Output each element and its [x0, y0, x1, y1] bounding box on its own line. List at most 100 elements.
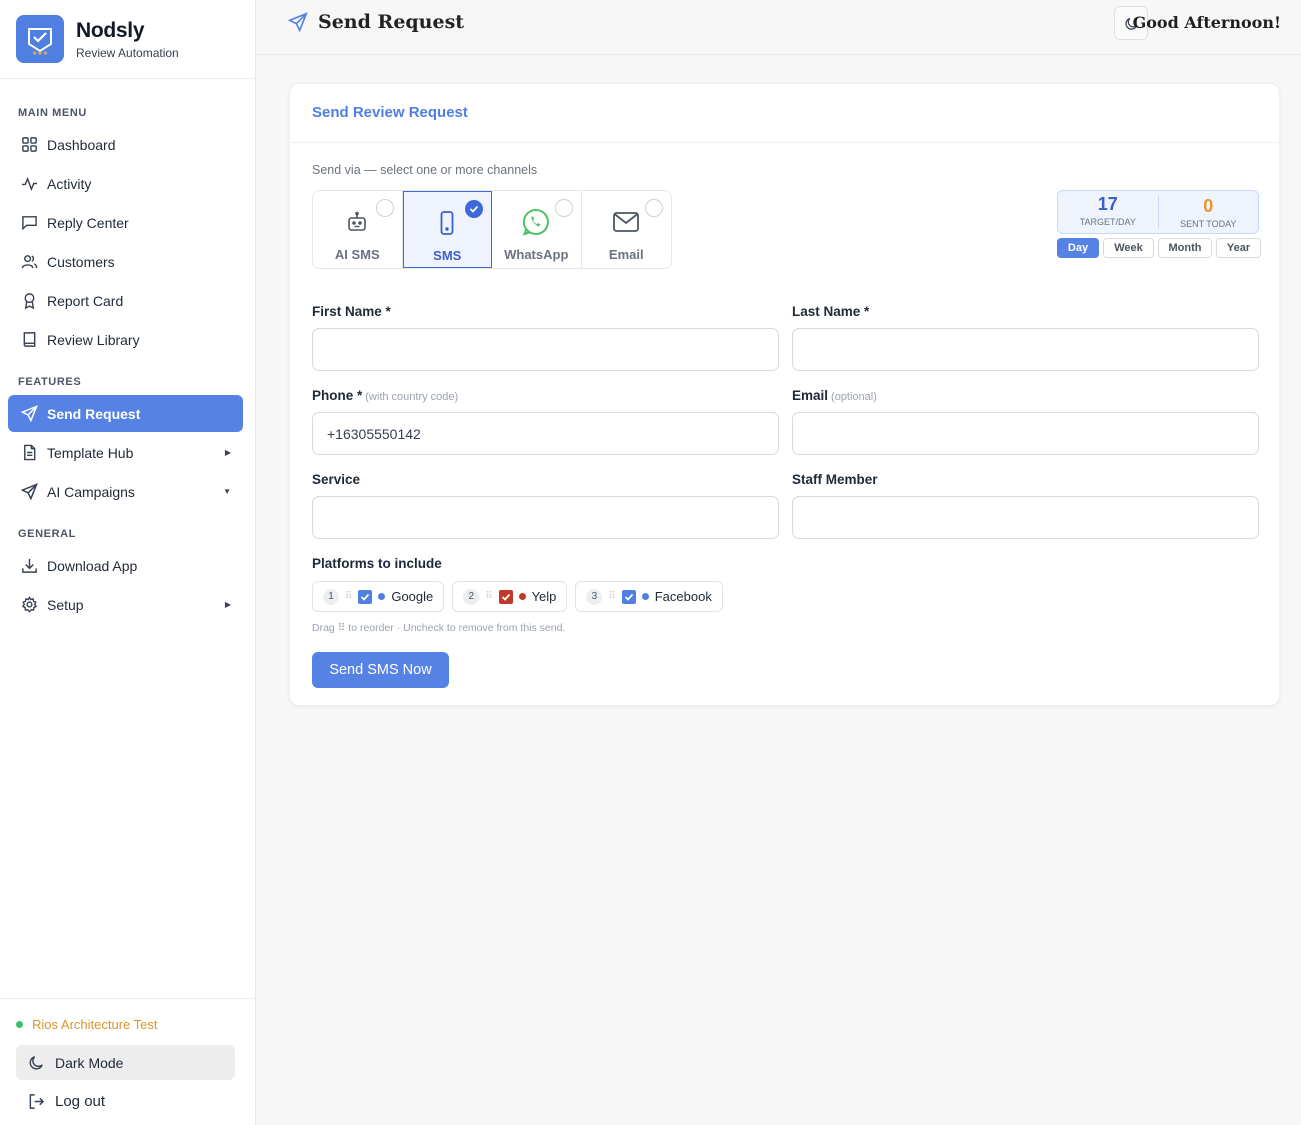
channel-radio-checked[interactable] — [465, 200, 483, 218]
sidebar-item-customers[interactable]: Customers — [8, 243, 243, 280]
sidebar-item-label: AI Campaigns — [47, 483, 135, 500]
channel-email[interactable]: Email — [582, 191, 672, 268]
sidebar-item-dashboard[interactable]: Dashboard — [8, 126, 243, 163]
channel-label: SMS — [433, 248, 462, 263]
send-icon — [288, 12, 308, 32]
sidebar-item-label: Template Hub — [47, 444, 134, 461]
sidebar-item-setup[interactable]: Setup ▶ — [8, 586, 243, 623]
platform-chip-yelp[interactable]: 2 ⠿ Yelp — [452, 581, 568, 612]
dark-mode-button[interactable]: Dark Mode — [16, 1045, 235, 1080]
sidebar-item-reply-center[interactable]: Reply Center — [8, 204, 243, 241]
stat-target-label: TARGET/DAY — [1079, 217, 1136, 227]
drag-handle-icon[interactable]: ⠿ — [485, 591, 492, 602]
sidebar-item-download-app[interactable]: Download App — [8, 547, 243, 584]
logo-icon[interactable]: ★★★ — [16, 15, 64, 63]
sidebar-item-label: Reply Center — [47, 214, 129, 231]
last-name-field[interactable] — [792, 328, 1259, 371]
stat-sent: 0 SENT TODAY — [1157, 196, 1259, 229]
phone-label-text: Phone * — [312, 388, 363, 403]
section-general: GENERAL — [18, 528, 76, 540]
sidebar-item-label: Send Request — [47, 405, 141, 422]
channel-selector: AI SMS SMS WhatsApp Email — [312, 190, 672, 269]
period-month[interactable]: Month — [1158, 238, 1212, 258]
service-field[interactable] — [312, 496, 779, 539]
phone-icon — [432, 208, 462, 238]
drag-handle-icon[interactable]: ⠿ — [345, 591, 352, 602]
card-title: Send Review Request — [290, 84, 1279, 143]
gear-icon — [20, 596, 38, 614]
stat-target: 17 TARGET/DAY — [1058, 191, 1158, 233]
sidebar-item-label: Customers — [47, 253, 115, 270]
sidebar-item-report-card[interactable]: Report Card — [8, 282, 243, 319]
phone-field[interactable] — [312, 412, 779, 455]
send-sms-button[interactable]: Send SMS Now — [312, 652, 449, 688]
platform-checkbox[interactable] — [498, 589, 513, 604]
business-name: Rios Architecture Test — [32, 1017, 158, 1032]
period-year[interactable]: Year — [1216, 238, 1261, 258]
platform-checkbox[interactable] — [358, 589, 373, 604]
page-title: Send Request — [288, 11, 464, 33]
platform-checkbox[interactable] — [621, 589, 636, 604]
email-hint: (optional) — [831, 391, 877, 403]
platform-color-dot — [518, 593, 526, 600]
sidebar-item-label: Review Library — [47, 331, 140, 348]
channel-label: WhatsApp — [504, 247, 569, 262]
channel-radio[interactable] — [645, 199, 663, 217]
staff-label-text: Staff Member — [792, 472, 878, 487]
send-icon — [20, 483, 38, 501]
sidebar-item-send-request[interactable]: Send Request — [8, 395, 243, 432]
business-status[interactable]: Rios Architecture Test — [16, 1017, 157, 1032]
sidebar-item-review-library[interactable]: Review Library — [8, 321, 243, 358]
sidebar-item-label: Download App — [47, 557, 138, 574]
phone-hint: (with country code) — [365, 391, 459, 403]
staff-member-field[interactable] — [792, 496, 1259, 539]
platform-color-dot — [378, 593, 386, 600]
first-name-field[interactable] — [312, 328, 779, 371]
phone-label: Phone * (with country code) — [312, 388, 458, 403]
send-stats: 17 TARGET/DAY 0 SENT TODAY — [1057, 190, 1259, 234]
grid-icon — [20, 136, 38, 154]
activity-icon — [20, 175, 38, 193]
chevron-right-icon: ▶ — [224, 448, 231, 457]
period-day[interactable]: Day — [1057, 238, 1099, 258]
send-icon — [20, 405, 38, 423]
brand-name: Nodsly — [76, 18, 145, 42]
sidebar-item-ai-campaigns[interactable]: AI Campaigns ▼ — [8, 473, 243, 510]
channel-sms[interactable]: SMS — [402, 191, 492, 268]
stat-target-value: 17 — [1097, 194, 1118, 214]
chevron-right-icon: ▶ — [224, 600, 231, 609]
channel-radio[interactable] — [375, 199, 394, 217]
channel-radio[interactable] — [554, 199, 573, 217]
first-name-label: First Name * — [312, 304, 391, 319]
drag-handle-icon[interactable]: ⠿ — [608, 591, 615, 602]
logout-button[interactable]: Log out — [28, 1093, 105, 1110]
section-features: FEATURES — [18, 376, 82, 388]
sidebar-item-activity[interactable]: Activity — [8, 165, 243, 202]
greeting: Good Afternoon! — [1132, 13, 1281, 32]
platform-name: Facebook — [654, 589, 712, 604]
email-field[interactable] — [792, 412, 1259, 455]
platform-order: 1 — [323, 588, 339, 605]
moon-icon — [29, 1056, 43, 1070]
channel-whatsapp[interactable]: WhatsApp — [492, 191, 582, 268]
channel-ai-sms[interactable]: AI SMS — [313, 191, 403, 268]
platform-chip-google[interactable]: 1 ⠿ Google — [312, 581, 445, 612]
platform-order: 3 — [586, 588, 603, 605]
drag-hint: Drag ⠿ to reorder · Uncheck to remove fr… — [312, 622, 566, 634]
platform-color-dot — [641, 593, 649, 600]
file-icon — [20, 444, 38, 462]
channel-label: AI SMS — [334, 247, 380, 262]
sidebar-item-label: Setup — [47, 596, 84, 613]
dark-mode-label: Dark Mode — [55, 1054, 124, 1071]
sidebar-item-template-hub[interactable]: Template Hub ▶ — [8, 434, 243, 471]
sidebar-footer: Rios Architecture Test Dark Mode Log out — [0, 998, 256, 1125]
logout-label: Log out — [55, 1093, 106, 1110]
platform-name: Google — [391, 589, 434, 604]
platform-chip-facebook[interactable]: 3 ⠿ Facebook — [575, 581, 723, 612]
platform-list: 1 ⠿ Google 2 ⠿ Yelp 3 ⠿ Facebook — [312, 581, 723, 612]
email-label-text: Email — [792, 388, 829, 403]
send-review-card: Send Review Request Send via — select on… — [289, 83, 1280, 706]
robot-icon — [342, 207, 372, 237]
period-week[interactable]: Week — [1103, 238, 1154, 258]
platform-order: 2 — [463, 588, 480, 605]
